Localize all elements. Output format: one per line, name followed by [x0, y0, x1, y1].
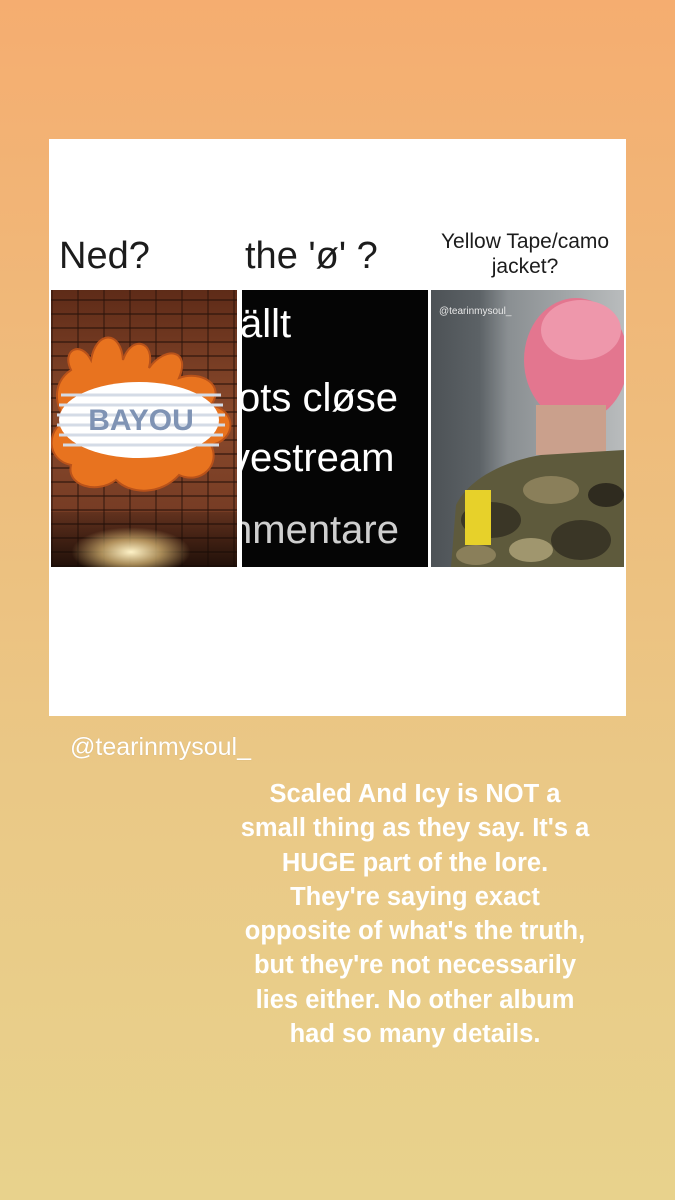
yellow-tape — [465, 490, 491, 545]
watermark: @tearinmysoul_ — [439, 306, 512, 317]
story-caption: Scaled And Icy is NOT a small thing as t… — [240, 780, 590, 1049]
camo-jacket-photo: @tearinmysoul_ — [431, 290, 624, 567]
lamp-light — [71, 527, 191, 567]
image-card: Ned? the 'ø' ? Yellow Tape/camo jacket? … — [49, 139, 626, 716]
bayou-sign-photo: BAYOU — [51, 290, 237, 567]
sign-text: BAYOU — [88, 404, 194, 437]
text-line-3: vestream — [242, 436, 395, 480]
text-line-1: ällt — [242, 302, 292, 346]
username-tag[interactable]: @tearinmysoul_ — [70, 733, 251, 762]
label-ned: Ned? — [59, 235, 150, 277]
text-line-4: nmentare — [242, 508, 399, 552]
text-line-2: ots cløse — [242, 376, 399, 420]
camo-jacket-icon — [451, 298, 624, 567]
label-yellow-tape: Yellow Tape/camo jacket? — [440, 230, 610, 278]
label-o-symbol: the 'ø' ? — [245, 235, 378, 277]
text-screenshot: ällt ots cløse vestream nmentare — [242, 290, 428, 567]
